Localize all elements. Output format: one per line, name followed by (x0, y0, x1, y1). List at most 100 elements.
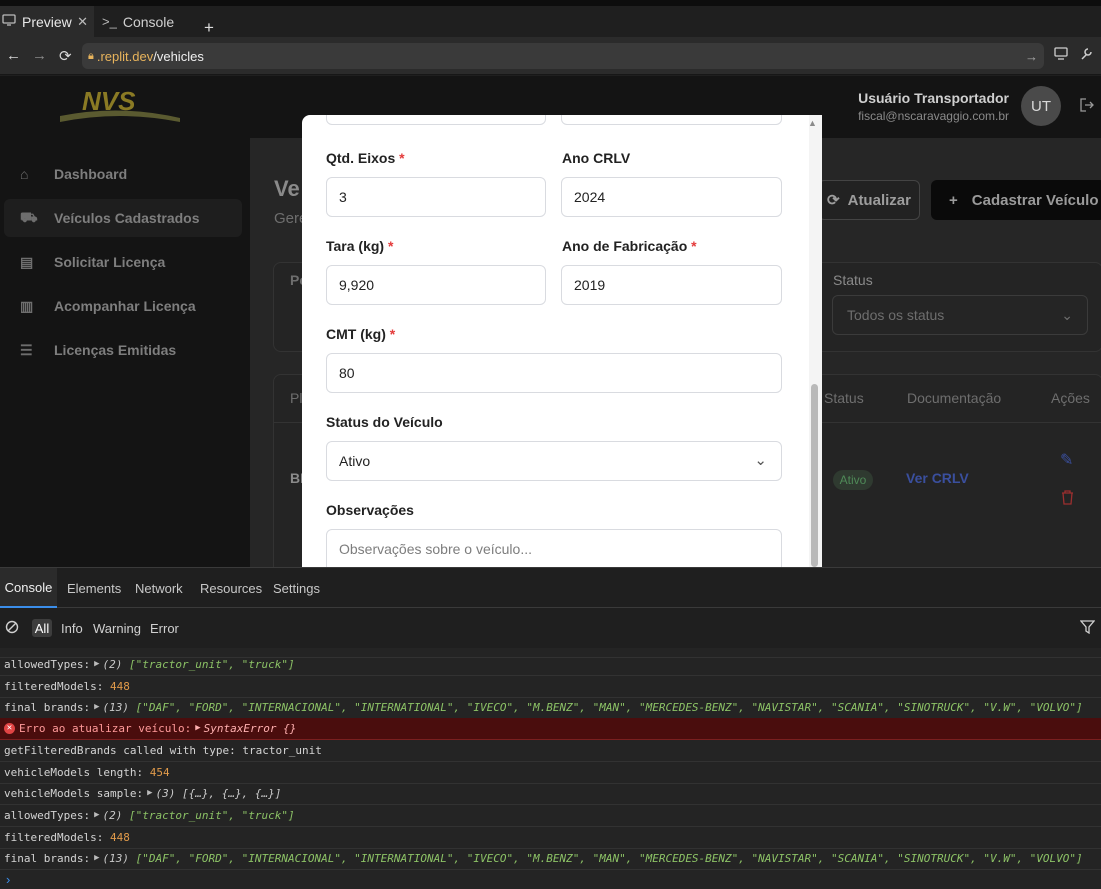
console-line: filteredModels: 448 (0, 676, 1101, 698)
status-badge: Ativo (833, 470, 873, 490)
forward-icon[interactable]: → (32, 47, 47, 64)
tare-label: Tara (kg) * (326, 238, 394, 254)
browser-tab-bar: Preview ✕ >_ Console + (0, 6, 1101, 37)
monitor-icon (2, 14, 16, 29)
sidebar-item-vehicles[interactable]: ⛟ Veículos Cadastrados (4, 199, 242, 237)
filter-info[interactable]: Info (61, 621, 83, 636)
status-filter-label: Status (833, 272, 873, 288)
page-title: Ve (274, 176, 300, 201)
devtools-tab-elements[interactable]: Elements (67, 568, 121, 608)
status-filter-select[interactable]: Todos os status ⌄ (832, 295, 1088, 335)
user-name: Usuário Transportador (858, 90, 1009, 106)
clipboard-icon: ▥ (20, 297, 34, 314)
tab-console-label: Console (122, 13, 175, 30)
sidebar-item-dashboard[interactable]: ⌂ Dashboard (4, 155, 242, 193)
sidebar: ⌂ Dashboard ⛟ Veículos Cadastrados ▤ Sol… (0, 138, 250, 567)
error-icon: ✕ (4, 722, 15, 734)
cmt-input[interactable]: 80 (326, 353, 782, 393)
edit-icon[interactable]: ✎ (1060, 450, 1073, 470)
manufacture-year-input[interactable]: 2019 (561, 265, 782, 305)
trash-icon[interactable] (1061, 490, 1074, 509)
scroll-up-icon[interactable]: ▲ (808, 118, 817, 128)
console-line: allowedTypes: ▶ (2) ["tractor_unit", "truc… (0, 805, 1101, 827)
axles-input[interactable]: 3 (326, 177, 546, 217)
console-line: getFilteredBrands called with type: trac… (0, 740, 1101, 762)
sidebar-item-label: Acompanhar Licença (54, 298, 196, 314)
sidebar-item-label: Solicitar Licença (54, 254, 166, 270)
sidebar-item-track-license[interactable]: ▥ Acompanhar Licença (4, 287, 242, 325)
vehicle-status-select[interactable]: Ativo ⌄ (326, 441, 782, 481)
crlv-year-label: Ano CRLV (562, 150, 631, 166)
devices-icon[interactable] (1054, 47, 1068, 63)
expand-arrow-icon[interactable]: ▶ (94, 810, 99, 820)
funnel-icon[interactable] (1079, 620, 1096, 637)
chevron-down-icon: ⌄ (1061, 307, 1073, 323)
close-tab-icon[interactable]: ✕ (77, 14, 88, 30)
logout-icon[interactable] (1080, 98, 1094, 115)
url-field[interactable]: 🔒︎ .replit.dev /vehicles → (82, 43, 1044, 69)
axles-label: Qtd. Eixos * (326, 150, 405, 166)
th-status: Status (824, 390, 864, 406)
register-vehicle-button[interactable]: + Cadastrar Veículo (931, 180, 1101, 220)
edit-vehicle-modal: Qtd. Eixos * 3 Ano CRLV 2024 Tara (kg) *… (302, 115, 822, 567)
sidebar-item-label: Veículos Cadastrados (54, 210, 200, 226)
expand-arrow-icon[interactable]: ▶ (195, 723, 200, 733)
lock-icon: 🔒︎ (88, 49, 94, 62)
url-host: .replit.dev (96, 48, 154, 64)
expand-arrow-icon[interactable]: ▶ (147, 788, 152, 798)
notes-textarea[interactable]: Observações sobre o veículo... (326, 529, 782, 567)
expand-arrow-icon[interactable]: ▶ (94, 853, 99, 863)
th-plate: Pl (290, 390, 303, 406)
vehicle-status-value: Ativo (339, 453, 371, 469)
wrench-icon[interactable] (1079, 47, 1093, 64)
tab-preview[interactable]: Preview ✕ (0, 6, 94, 37)
chevron-down-icon: ⌄ (754, 452, 767, 469)
sidebar-item-label: Dashboard (54, 166, 128, 182)
console-prompt-icon[interactable]: › (6, 872, 10, 887)
url-path: /vehicles (153, 48, 204, 64)
tab-console[interactable]: >_ Console (96, 6, 198, 37)
expand-arrow-icon[interactable]: ▶ (94, 659, 99, 669)
th-actions: Ações (1051, 390, 1090, 406)
console-line: filteredModels: 448 (0, 827, 1101, 849)
filter-warning[interactable]: Warning (93, 621, 141, 636)
go-arrow-icon[interactable]: → (1025, 49, 1038, 64)
terminal-icon: >_ (102, 14, 117, 29)
devtools-tab-resources[interactable]: Resources (200, 568, 262, 608)
status-filter-value: Todos os status (847, 307, 945, 323)
devtools-tab-console[interactable]: Console (0, 568, 57, 608)
nvs-logo: NVS (60, 82, 180, 128)
sidebar-item-request-license[interactable]: ▤ Solicitar Licença (4, 243, 242, 281)
filter-all[interactable]: All (32, 619, 52, 637)
back-icon[interactable]: ← (6, 47, 21, 64)
view-crlv-link[interactable]: Ver CRLV (906, 470, 969, 486)
field-top-right-cutoff[interactable] (561, 115, 782, 125)
expand-arrow-icon[interactable]: ▶ (94, 702, 99, 712)
console-line: final brands: ▶ (13) ["DAF", "FORD", "INTE… (0, 848, 1101, 870)
console-line: final brands: ▶ (13) ["DAF", "FORD", "INTE… (0, 697, 1101, 719)
sidebar-item-label: Licenças Emitidas (54, 342, 177, 358)
sidebar-item-issued-licenses[interactable]: ☰ Licenças Emitidas (4, 331, 242, 369)
user-email: fiscal@nscaravaggio.com.br (858, 109, 1009, 123)
console-line: vehicleModels sample: ▶ (3) [{…}, {…}, {…}… (0, 783, 1101, 805)
register-label: Cadastrar Veículo (971, 191, 1099, 209)
refresh-label: Atualizar (847, 191, 911, 209)
clear-console-icon[interactable] (5, 620, 19, 637)
devtools-tab-network[interactable]: Network (135, 568, 183, 608)
refresh-button[interactable]: ⟳ Atualizar (818, 180, 920, 220)
console-output: allowedTypes: ▶ (2) ["tractor_unit", "truc… (0, 648, 1101, 889)
tab-preview-label: Preview (22, 13, 72, 30)
svg-text:NVS: NVS (82, 86, 136, 116)
cmt-label: CMT (kg) * (326, 326, 396, 342)
devtools-tab-settings[interactable]: Settings (273, 568, 320, 608)
modal-scrollbar-thumb[interactable] (811, 384, 818, 567)
tare-input[interactable]: 9,920 (326, 265, 546, 305)
filter-error[interactable]: Error (150, 621, 179, 636)
crlv-year-input[interactable]: 2024 (561, 177, 782, 217)
manufacture-year-label: Ano de Fabricação * (562, 238, 697, 254)
avatar[interactable]: UT (1021, 86, 1061, 126)
console-line: allowedTypes: ▶ (2) ["tractor_unit", "truc… (0, 654, 1101, 676)
reload-icon[interactable]: ⟳ (59, 47, 72, 65)
devtools-tab-bar: Console Elements Network Resources Setti… (0, 567, 1101, 608)
field-top-left-cutoff[interactable] (326, 115, 546, 125)
